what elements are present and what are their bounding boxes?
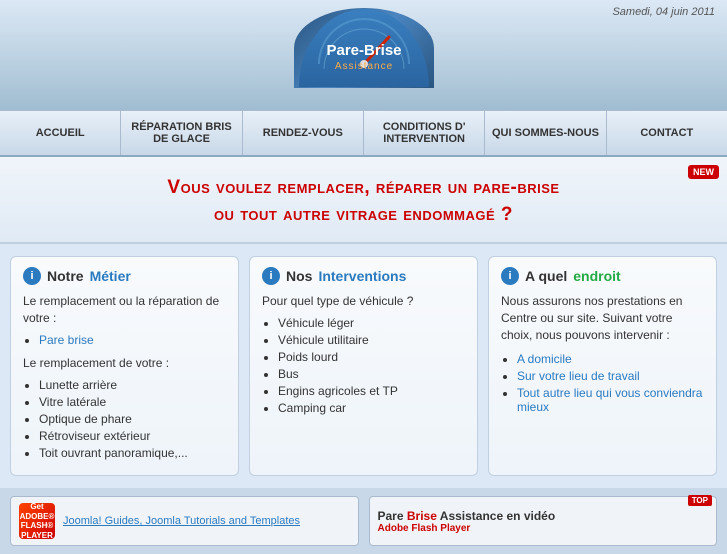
nav-item-qui[interactable]: QUI SOMMES-NOUS <box>485 111 606 155</box>
flash-player-icon: GetADOBE®FLASH®PLAYER <box>19 503 55 539</box>
card-metier-title-highlight: Métier <box>90 268 131 284</box>
card-interventions-header: i Nos Interventions <box>262 267 465 285</box>
card-endroit-list: A domicile Sur votre lieu de travail Tou… <box>517 352 704 414</box>
logo-container: Pare-Brise Assistance <box>294 8 434 88</box>
card-endroit-p1: Nous assurons nos prestations en Centre … <box>501 293 704 343</box>
list-item: Camping car <box>278 401 465 415</box>
card-interventions-list: Véhicule léger Véhicule utilitaire Poids… <box>278 316 465 415</box>
joomla-link[interactable]: Joomla! Guides, Joomla Tutorials and Tem… <box>63 515 300 527</box>
card-metier-p1: Le remplacement ou la réparation de votr… <box>23 293 226 327</box>
list-item: Bus <box>278 367 465 381</box>
list-item: Lunette arrière <box>39 378 226 392</box>
hero-section: NEW Vous voulez remplacer, réparer un pa… <box>0 157 727 244</box>
list-item: Engins agricoles et TP <box>278 384 465 398</box>
card-metier-p2: Le remplacement de votre : <box>23 355 226 372</box>
card-interventions: i Nos Interventions Pour quel type de vé… <box>249 256 478 476</box>
svg-text:Assistance: Assistance <box>334 61 392 72</box>
card-interventions-p1: Pour quel type de véhicule ? <box>262 293 465 310</box>
hero-line1: Vous voulez remplacer, réparer un pare-b… <box>167 177 559 198</box>
bottom-right-title: Pare Brise Assistance en vidéo <box>378 509 556 523</box>
card-endroit: i A quel endroit Nous assurons nos prest… <box>488 256 717 476</box>
card-endroit-header: i A quel endroit <box>501 267 704 285</box>
card-endroit-title-highlight: endroit <box>573 268 620 284</box>
logo-box: Pare-Brise Assistance <box>294 8 434 88</box>
header: Samedi, 04 juin 2011 <box>0 0 727 110</box>
list-item: Véhicule léger <box>278 316 465 330</box>
top-badge: TOP <box>688 495 712 506</box>
card-metier-title-prefix: Notre <box>47 268 84 284</box>
nav-item-contact[interactable]: CONTACT <box>607 111 727 155</box>
nav-item-conditions[interactable]: CONDITIONS D' INTERVENTION <box>364 111 485 155</box>
list-item: Vitre latérale <box>39 395 226 409</box>
travail-link[interactable]: Sur votre lieu de travail <box>517 369 640 383</box>
pare-brise-link[interactable]: Pare brise <box>39 333 94 347</box>
card-metier-list2: Lunette arrière Vitre latérale Optique d… <box>39 378 226 460</box>
hero-title: Vous voulez remplacer, réparer un pare-b… <box>20 175 707 228</box>
hero-line2: ou tout autre vitrage endommagé ? <box>214 204 513 225</box>
list-item: Véhicule utilitaire <box>278 333 465 347</box>
bottom-left: GetADOBE®FLASH®PLAYER Joomla! Guides, Jo… <box>10 496 359 546</box>
list-item: Sur votre lieu de travail <box>517 369 704 383</box>
cards-section: i Notre Métier Le remplacement ou la rép… <box>0 244 727 488</box>
main-nav: ACCUEIL RÉPARATION BRIS DE GLACE RENDEZ-… <box>0 110 727 157</box>
list-item: Rétroviseur extérieur <box>39 429 226 443</box>
card-metier-list1: Pare brise <box>39 333 226 347</box>
card-interventions-title-highlight: Interventions <box>318 268 406 284</box>
info-icon-endroit: i <box>501 267 519 285</box>
autre-link[interactable]: Tout autre lieu qui vous conviendra mieu… <box>517 386 702 414</box>
list-item: A domicile <box>517 352 704 366</box>
svg-text:Pare-Brise: Pare-Brise <box>326 42 401 59</box>
list-item: Optique de phare <box>39 412 226 426</box>
info-icon-metier: i <box>23 267 41 285</box>
adobe-flash-text: Adobe Flash Player <box>378 523 556 534</box>
list-item: Toit ouvrant panoramique,... <box>39 446 226 460</box>
list-item: Poids lourd <box>278 350 465 364</box>
domicile-link[interactable]: A domicile <box>517 352 572 366</box>
bottom-right-content: Pare Brise Assistance en vidéo Adobe Fla… <box>378 509 556 534</box>
brise-red: Brise <box>407 509 437 523</box>
card-endroit-title-prefix: A quel <box>525 268 567 284</box>
list-item: Tout autre lieu qui vous conviendra mieu… <box>517 386 704 414</box>
header-date: Samedi, 04 juin 2011 <box>612 6 715 18</box>
bottom-section: GetADOBE®FLASH®PLAYER Joomla! Guides, Jo… <box>0 488 727 554</box>
list-item: Pare brise <box>39 333 226 347</box>
card-interventions-title-prefix: Nos <box>286 268 312 284</box>
nav-item-reparation[interactable]: RÉPARATION BRIS DE GLACE <box>121 111 242 155</box>
new-badge: NEW <box>688 165 719 179</box>
card-metier: i Notre Métier Le remplacement ou la rép… <box>10 256 239 476</box>
logo-svg: Pare-Brise Assistance <box>299 9 429 87</box>
nav-item-accueil[interactable]: ACCUEIL <box>0 111 121 155</box>
card-metier-header: i Notre Métier <box>23 267 226 285</box>
bottom-right: TOP Pare Brise Assistance en vidéo Adobe… <box>369 496 718 546</box>
info-icon-interventions: i <box>262 267 280 285</box>
nav-item-rendez-vous[interactable]: RENDEZ-VOUS <box>243 111 364 155</box>
